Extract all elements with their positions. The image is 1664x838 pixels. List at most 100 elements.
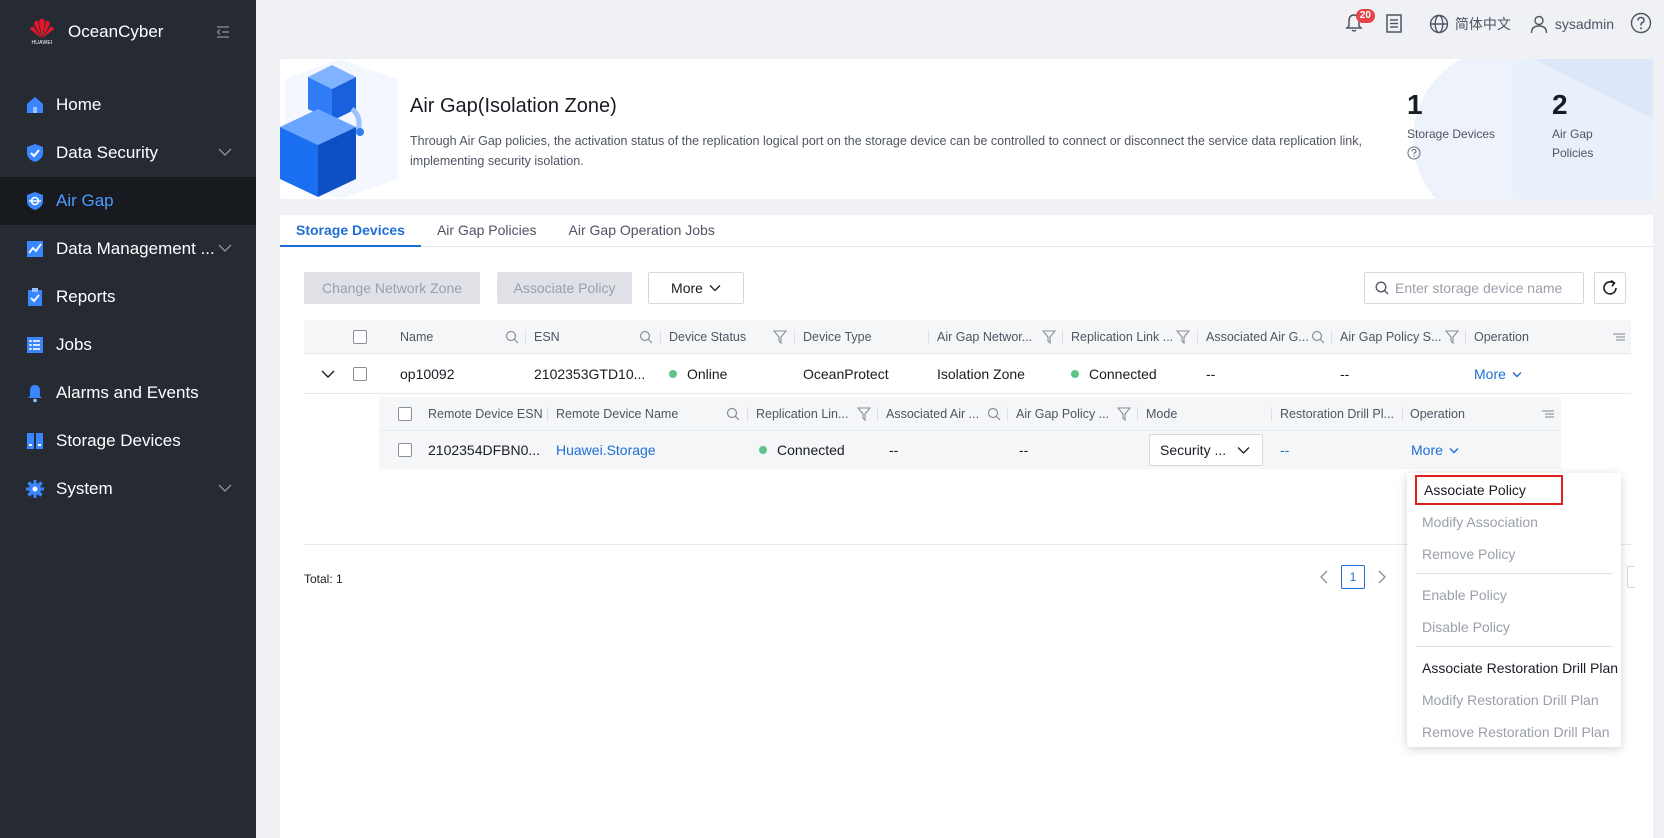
remote-devices-subtable: Remote Device ESN Remote Device Name Rep…: [379, 397, 1561, 469]
filter-icon[interactable]: [857, 407, 871, 421]
column-header-associated-air-gap: Associated Air ...: [886, 407, 980, 421]
menu-item-modify-restoration-drill-plan[interactable]: Modify Restoration Drill Plan: [1415, 685, 1613, 715]
sidebar: HUAWEI OceanCyber Home Data Security Air…: [0, 0, 256, 838]
subrow-more-button[interactable]: More: [1411, 431, 1459, 469]
tab-air-gap-policies[interactable]: Air Gap Policies: [421, 215, 553, 247]
menu-item-associate-policy[interactable]: Associate Policy: [1415, 475, 1563, 505]
sidebar-item-label: Jobs: [56, 335, 92, 354]
more-label: More: [1474, 366, 1506, 382]
stat-value: 2: [1552, 89, 1568, 120]
sidebar-item-storage-devices[interactable]: Storage Devices: [0, 417, 256, 465]
refresh-button[interactable]: [1594, 272, 1626, 304]
column-settings-icon[interactable]: [1541, 407, 1555, 421]
language-label: 简体中文: [1454, 16, 1511, 32]
language-selector[interactable]: 简体中文: [1429, 14, 1511, 34]
tab-bar: Storage Devices Air Gap Policies Air Gap…: [280, 215, 1653, 247]
app-name: OceanCyber: [68, 22, 164, 41]
help-icon[interactable]: [1630, 12, 1654, 36]
column-settings-icon[interactable]: [1612, 330, 1626, 344]
menu-item-remove-restoration-drill-plan[interactable]: Remove Restoration Drill Plan: [1415, 717, 1613, 747]
cell-esn: 2102353GTD10...: [534, 366, 646, 382]
clipboard-icon: [25, 287, 45, 307]
page-size-select[interactable]: [1627, 566, 1635, 588]
mode-select[interactable]: Security ...: [1149, 434, 1263, 466]
page-number[interactable]: 1: [1341, 565, 1365, 589]
page-title: Air Gap(Isolation Zone): [410, 95, 617, 117]
hero-banner: Air Gap(Isolation Zone) Through Air Gap …: [280, 59, 1653, 199]
column-header-associated-air-gap: Associated Air G...: [1206, 330, 1309, 344]
row-checkbox[interactable]: [353, 367, 367, 381]
stat-label-line: Air Gap: [1552, 127, 1593, 141]
tab-storage-devices[interactable]: Storage Devices: [280, 215, 421, 247]
sidebar-item-data-security[interactable]: Data Security: [0, 129, 256, 177]
stat-storage-devices: 1 Storage Devices: [1407, 89, 1495, 163]
sidebar-item-home[interactable]: Home: [0, 81, 256, 129]
row-checkbox[interactable]: [398, 443, 412, 457]
search-input[interactable]: [1395, 280, 1575, 296]
column-header-replication-link: Replication Lin...: [756, 407, 849, 421]
stat-label: Air Gap Policies: [1552, 125, 1593, 163]
menu-item-modify-association[interactable]: Modify Association: [1415, 507, 1613, 537]
sidebar-item-jobs[interactable]: Jobs: [0, 321, 256, 369]
column-header-operation: Operation: [1410, 407, 1465, 421]
tab-air-gap-operation-jobs[interactable]: Air Gap Operation Jobs: [553, 215, 731, 247]
search-icon: [1375, 281, 1389, 295]
sidebar-item-reports[interactable]: Reports: [0, 273, 256, 321]
sidebar-item-label: System: [56, 479, 113, 498]
top-header: 20 简体中文 sysadmin: [256, 0, 1664, 48]
cell-replication-link: Connected: [1071, 354, 1157, 394]
row-more-button[interactable]: More: [1474, 354, 1522, 394]
filter-icon[interactable]: [1445, 330, 1459, 344]
list-icon: [25, 335, 45, 355]
menu-item-enable-policy[interactable]: Enable Policy: [1415, 580, 1613, 610]
filter-icon[interactable]: [1117, 407, 1131, 421]
user-menu[interactable]: sysadmin: [1529, 14, 1614, 34]
mode-value: Security ...: [1160, 442, 1227, 458]
more-button[interactable]: More: [648, 272, 744, 304]
chevron-left-icon[interactable]: [1319, 570, 1329, 584]
remote-device-name-link[interactable]: Huawei.Storage: [556, 431, 656, 469]
menu-item-disable-policy[interactable]: Disable Policy: [1415, 612, 1613, 642]
filter-icon[interactable]: [773, 330, 787, 344]
search-icon[interactable]: [987, 407, 1001, 421]
info-icon[interactable]: [1407, 146, 1421, 160]
sidebar-item-data-management[interactable]: Data Management ...: [0, 225, 256, 273]
chevron-down-icon[interactable]: [321, 369, 335, 379]
status-dot: [759, 446, 767, 454]
cell-device-status: Online: [669, 354, 727, 394]
search-icon[interactable]: [1311, 330, 1325, 344]
chevron-right-icon[interactable]: [1377, 570, 1387, 584]
change-network-zone-button[interactable]: Change Network Zone: [304, 272, 480, 304]
notifications-button[interactable]: 20: [1343, 9, 1375, 36]
table-row[interactable]: op10092 2102353GTD10... Online OceanProt…: [304, 354, 1631, 394]
globe-icon: [1429, 14, 1449, 34]
table-header: Name ESN Device Status Device Type Air G…: [304, 320, 1631, 354]
filter-icon[interactable]: [1176, 330, 1190, 344]
document-icon[interactable]: [1383, 12, 1407, 36]
search-icon[interactable]: [505, 330, 519, 344]
restoration-drill-plan-link[interactable]: --: [1280, 431, 1289, 469]
subtable-row[interactable]: 2102354DFBN0... Huawei.Storage Connected…: [379, 431, 1561, 469]
stat-value: 1: [1407, 89, 1423, 120]
search-icon[interactable]: [726, 407, 740, 421]
associate-policy-button[interactable]: Associate Policy: [497, 272, 632, 304]
select-all-checkbox[interactable]: [353, 330, 367, 344]
sidebar-item-air-gap[interactable]: Air Gap: [0, 177, 256, 225]
filter-icon[interactable]: [1042, 330, 1056, 344]
collapse-sidebar-icon[interactable]: [215, 24, 231, 40]
menu-item-remove-policy[interactable]: Remove Policy: [1415, 539, 1613, 569]
column-header-replication-link: Replication Link ...: [1071, 330, 1174, 344]
link-text: Connected: [1089, 366, 1157, 382]
sidebar-item-label: Data Security: [56, 143, 159, 162]
chart-icon: [25, 239, 45, 259]
sidebar-item-label: Reports: [56, 287, 116, 306]
operation-dropdown-menu: Associate Policy Modify Association Remo…: [1407, 473, 1621, 747]
menu-item-associate-restoration-drill-plan[interactable]: Associate Restoration Drill Plan: [1415, 653, 1618, 683]
sidebar-item-system[interactable]: System: [0, 465, 256, 513]
link-text: Connected: [777, 442, 845, 458]
refresh-icon: [1603, 279, 1617, 295]
shield-icon: [25, 143, 45, 163]
sidebar-item-alarms-events[interactable]: Alarms and Events: [0, 369, 256, 417]
select-all-checkbox[interactable]: [398, 407, 412, 421]
search-icon[interactable]: [639, 330, 653, 344]
